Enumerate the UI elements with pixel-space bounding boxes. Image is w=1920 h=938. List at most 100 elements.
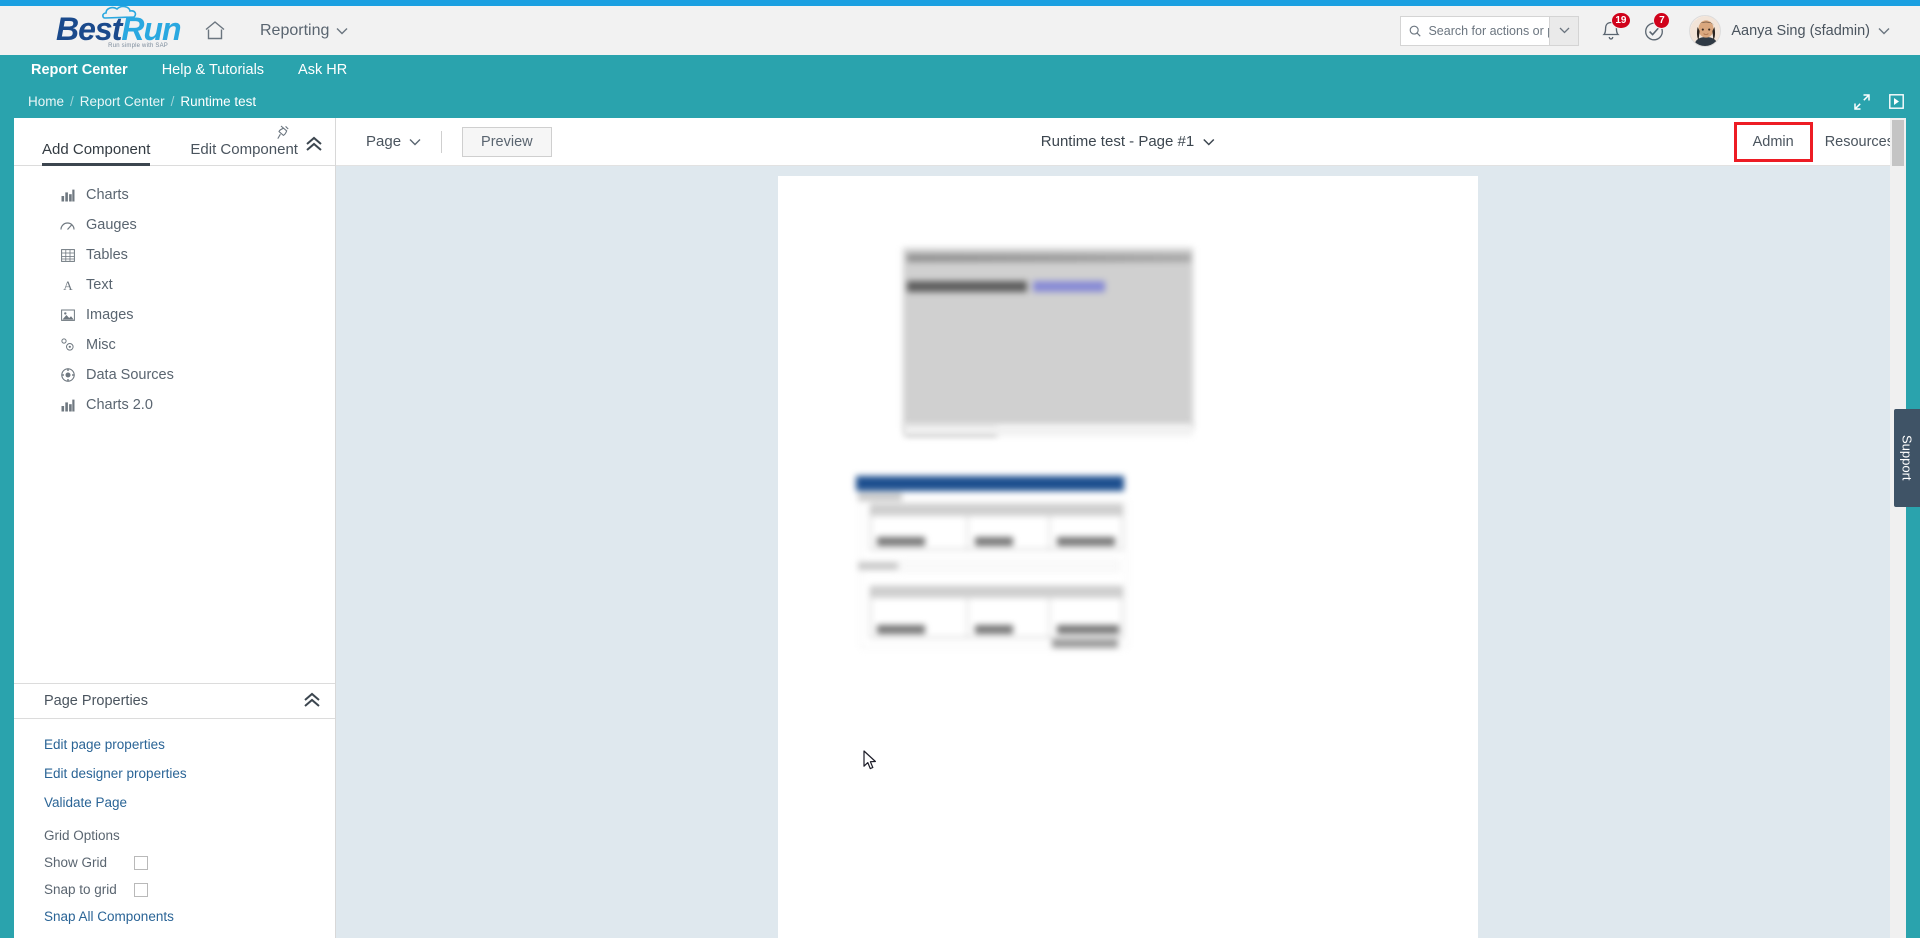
component-item-label: Gauges — [86, 217, 137, 233]
report-component-text-widget-footer — [903, 424, 1193, 436]
component-item-misc[interactable]: Misc — [14, 330, 335, 360]
tab-edit-component[interactable]: Edit Component — [190, 141, 298, 165]
designer-toolbar: Page Preview Runtime test - Page #1 Admi… — [336, 118, 1920, 166]
gauge-icon — [59, 219, 76, 232]
component-item-text[interactable]: A Text — [14, 270, 335, 300]
right-edge-background — [1906, 118, 1920, 938]
breadcrumb: Home / Report Center / Runtime test — [0, 85, 1920, 118]
user-menu[interactable]: Aanya Sing (sfadmin) — [1731, 23, 1890, 39]
toolbar-divider — [441, 130, 443, 153]
user-name-label: Aanya Sing (sfadmin) — [1731, 22, 1870, 39]
report-canvas[interactable] — [336, 166, 1920, 938]
component-item-label: Charts — [86, 187, 129, 203]
page-menu-button[interactable]: Page — [366, 133, 421, 150]
table-label-2 — [858, 562, 898, 570]
page-scrollbar[interactable] — [1890, 118, 1906, 938]
avatar[interactable] — [1689, 14, 1722, 47]
nav-item-help-tutorials[interactable]: Help & Tutorials — [145, 55, 281, 85]
table-footer-text — [1052, 639, 1118, 648]
chevron-down-icon — [1559, 27, 1570, 34]
panel-toggle-icon[interactable] — [1889, 94, 1904, 109]
tab-add-component[interactable]: Add Component — [42, 141, 151, 166]
widget-title-line — [907, 254, 1191, 262]
grid-option-show-grid: Show Grid — [44, 855, 335, 870]
chevron-down-icon — [1203, 138, 1215, 146]
breadcrumb-item-home[interactable]: Home — [28, 94, 64, 109]
report-component-text-widget[interactable] — [903, 248, 1193, 436]
bell-badge-count: 19 — [1611, 11, 1631, 29]
search-input-wrapper[interactable] — [1400, 15, 1551, 46]
component-item-label: Tables — [86, 247, 128, 263]
component-item-label: Images — [86, 307, 134, 323]
component-item-charts-2[interactable]: Charts 2.0 — [14, 390, 335, 420]
component-item-gauges[interactable]: Gauges — [14, 210, 335, 240]
show-grid-label: Show Grid — [44, 855, 108, 870]
component-item-charts[interactable]: Charts — [14, 180, 335, 210]
nav-reporting[interactable]: Reporting — [260, 22, 348, 40]
nav-item-ask-hr[interactable]: Ask HR — [281, 55, 364, 85]
page-properties-title: Page Properties — [44, 693, 148, 709]
bar-chart-icon — [59, 399, 76, 412]
page-title[interactable]: Runtime test - Page #1 — [1041, 133, 1215, 150]
link-validate-page[interactable]: Validate Page — [44, 795, 335, 810]
pin-icon[interactable] — [277, 125, 290, 143]
bestrun-logo[interactable]: BestRun Run simple with SAP — [56, 5, 182, 49]
expand-arrows-icon[interactable] — [1853, 93, 1871, 111]
table-head-row — [871, 587, 1122, 598]
snap-to-grid-checkbox[interactable] — [134, 882, 148, 897]
grid-option-snap-to-grid: Snap to grid — [44, 882, 335, 897]
breadcrumb-item-runtime-test: Runtime test — [180, 94, 257, 109]
table-header-bar — [856, 476, 1124, 491]
breadcrumb-actions — [1853, 93, 1920, 111]
global-header: BestRun Run simple with SAP Reporting Se… — [0, 5, 1920, 55]
table-label-1 — [858, 493, 902, 501]
table-block-1 — [870, 504, 1123, 550]
component-item-images[interactable]: Images — [14, 300, 335, 330]
component-panel: Add Component Edit Component Charts Gaug… — [14, 118, 336, 938]
misc-gear-icon — [59, 338, 76, 352]
page-properties-body: Edit page properties Edit designer prope… — [14, 719, 335, 938]
component-item-tables[interactable]: Tables — [14, 240, 335, 270]
search-input[interactable] — [1428, 23, 1550, 38]
table-block-2 — [870, 586, 1123, 638]
page-properties-header: Page Properties — [14, 683, 335, 719]
mouse-pointer — [863, 750, 876, 770]
text-a-icon: A — [59, 278, 76, 292]
chevron-down-icon — [409, 138, 421, 145]
preview-button[interactable]: Preview — [462, 126, 552, 157]
notifications-bell-button[interactable]: 19 — [1601, 11, 1631, 42]
component-panel-tabs: Add Component Edit Component — [14, 118, 335, 166]
support-tab[interactable]: Support — [1894, 409, 1920, 507]
chevron-down-icon — [336, 27, 348, 34]
page-scrollbar-thumb[interactable] — [1892, 120, 1904, 166]
component-item-label: Data Sources — [86, 367, 174, 383]
table-grid-icon — [59, 248, 76, 262]
show-grid-checkbox[interactable] — [134, 855, 148, 870]
home-icon[interactable] — [204, 20, 226, 41]
table-input-bar — [900, 560, 1120, 572]
admin-button[interactable]: Admin — [1733, 121, 1813, 162]
header-right-cluster: 19 7 Aanya Sing (sf — [1400, 6, 1920, 55]
report-page-sheet[interactable] — [778, 176, 1478, 938]
component-item-label: Misc — [86, 337, 116, 353]
report-component-table-widget[interactable] — [856, 476, 1128, 656]
resources-button[interactable]: Resources — [1811, 126, 1902, 158]
table-head-row — [871, 505, 1122, 516]
link-edit-designer-properties[interactable]: Edit designer properties — [44, 766, 335, 781]
report-designer-area: Page Preview Runtime test - Page #1 Admi… — [336, 118, 1920, 938]
tasks-button[interactable]: 7 — [1643, 11, 1671, 42]
widget-link-text — [1033, 281, 1105, 292]
svg-text:A: A — [63, 278, 73, 292]
collapse-panel-icon[interactable] — [305, 136, 323, 155]
search-dropdown-button[interactable] — [1550, 15, 1580, 46]
component-item-data-sources[interactable]: Data Sources — [14, 360, 335, 390]
link-edit-page-properties[interactable]: Edit page properties — [44, 737, 335, 752]
breadcrumb-item-report-center[interactable]: Report Center — [80, 94, 165, 109]
module-nav-bar: Report Center Help & Tutorials Ask HR — [0, 55, 1920, 85]
collapse-properties-icon[interactable] — [303, 692, 321, 711]
nav-item-report-center[interactable]: Report Center — [14, 55, 145, 85]
link-snap-all-components[interactable]: Snap All Components — [44, 909, 335, 924]
component-item-label: Text — [86, 277, 113, 293]
main-workspace: Add Component Edit Component Charts Gaug… — [0, 118, 1920, 938]
breadcrumb-separator: / — [170, 94, 175, 109]
